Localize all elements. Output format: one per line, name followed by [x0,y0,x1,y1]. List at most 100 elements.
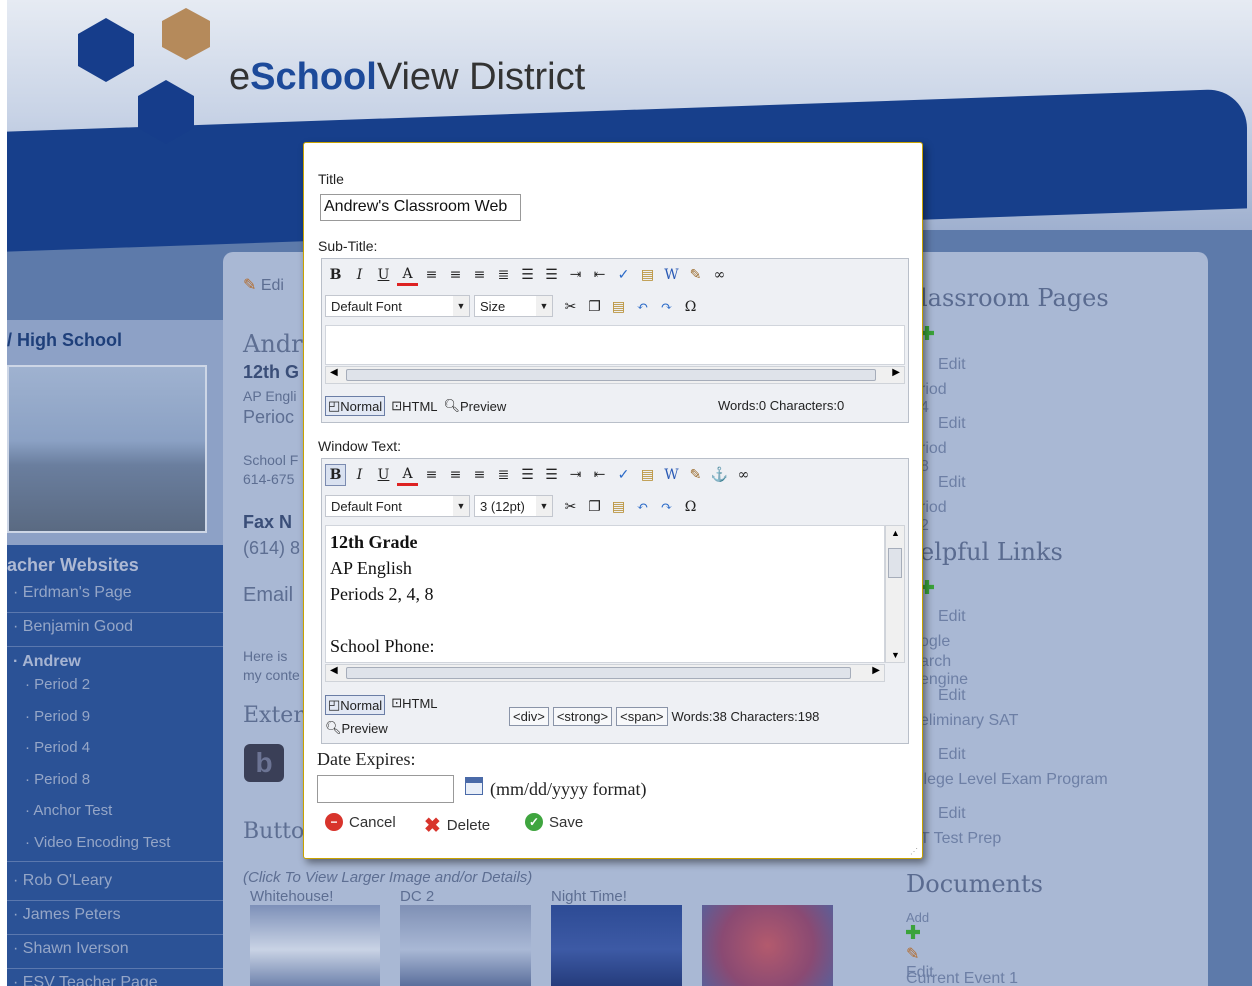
outdent-icon[interactable]: ⇤ [589,264,610,286]
nav-item-james[interactable]: · James Peters [7,903,223,935]
nav-sub-period-9[interactable]: · Period 9 [25,708,90,725]
nav-item-esv[interactable]: · ESV Teacher Page [7,971,223,986]
link-act-test-prep[interactable]: T Test Prep [920,830,1001,848]
date-expires-input[interactable] [317,775,454,803]
clean-format-icon[interactable]: ✎ [685,264,706,286]
document-current-event[interactable]: Current Event 1 [906,970,1018,986]
resize-grip-icon[interactable]: ⋰ [910,847,918,856]
edit-page-2[interactable]: Edit [938,415,966,433]
align-right-icon[interactable]: ≡ [469,264,490,286]
link-clep[interactable]: llege Level Exam Program [920,771,1108,789]
font-color-icon[interactable]: A [397,464,418,486]
edit-page-1[interactable]: Edit [938,356,966,374]
window-scroll-thumb[interactable] [346,667,851,679]
paste-word-icon[interactable]: W [661,264,682,286]
main-edit-link[interactable]: ✎ Edi [243,275,284,295]
page-link-8[interactable]: riod 8 [920,440,947,476]
window-mode-normal[interactable]: ◰ Normal [325,695,386,715]
nav-item-erdman[interactable]: · Erdman's Page [7,581,223,613]
gallery-image-flower[interactable] [702,905,833,986]
special-char-icon[interactable]: Ω [680,496,701,518]
link-icon[interactable]: ∞ [709,264,730,286]
nav-sub-video-test[interactable]: · Video Encoding Test [25,834,170,851]
font-select[interactable]: Default Font ▼ [325,495,470,517]
subtitle-edit-area[interactable] [325,325,905,365]
underline-button[interactable]: U [373,264,394,286]
spellcheck-icon[interactable]: ✓ [613,264,634,286]
copy-icon[interactable]: ❐ [584,496,605,518]
window-edit-area[interactable]: 12th Grade AP English Periods 2, 4, 8 Sc… [325,525,885,663]
special-char-icon[interactable]: Ω [680,296,701,318]
clean-format-icon[interactable]: ✎ [685,464,706,486]
underline-button[interactable]: U [373,464,394,486]
paste-icon[interactable]: ▤ [608,496,629,518]
edit-link-1[interactable]: Edit [938,608,966,626]
unordered-list-icon[interactable]: ☰ [541,464,562,486]
paste-icon[interactable]: ▤ [608,296,629,318]
subtitle-scroll-thumb[interactable] [346,369,876,381]
edit-link-4[interactable]: Edit [938,805,966,823]
unordered-list-icon[interactable]: ☰ [541,264,562,286]
window-vscrollbar[interactable]: ▲ ▼ [885,525,905,663]
align-right-icon[interactable]: ≡ [469,464,490,486]
edit-link-3[interactable]: Edit [938,746,966,764]
edit-page-3[interactable]: Edit [938,474,966,492]
window-mode-preview[interactable]: 🔍︎ Preview [325,720,388,736]
subtitle-mode-preview[interactable]: 🔍︎ Preview [444,398,507,414]
nav-sub-period-8[interactable]: · Period 8 [25,771,90,788]
paste-word-icon[interactable]: W [661,464,682,486]
page-link-4[interactable]: riod 4 [920,381,947,417]
align-center-icon[interactable]: ≡ [445,464,466,486]
calendar-icon[interactable] [465,777,483,795]
title-input[interactable]: Andrew's Classroom Web [320,194,521,221]
nav-sub-period-2[interactable]: · Period 2 [25,676,90,693]
ordered-list-icon[interactable]: ☰ [517,464,538,486]
page-link-2[interactable]: riod 2 [920,499,947,535]
tag-strong[interactable]: <strong> [552,707,613,726]
justify-icon[interactable]: ≣ [493,264,514,286]
nav-item-rob[interactable]: · Rob O'Leary [7,869,223,901]
blogger-icon[interactable]: b [244,744,284,782]
redo-icon[interactable]: ↷ [656,496,677,518]
bold-button[interactable]: B [325,264,346,286]
size-select[interactable]: 3 (12pt) ▼ [474,495,553,517]
window-mode-html[interactable]: ⊡ HTML [391,695,437,711]
indent-icon[interactable]: ⇥ [565,464,586,486]
add-document-button[interactable]: Add [906,910,929,942]
subtitle-mode-normal[interactable]: ◰ Normal [325,396,386,416]
nav-item-benjamin[interactable]: · Benjamin Good [7,615,223,647]
link-google[interactable]: ogle [920,633,950,651]
cut-icon[interactable]: ✂ [560,296,581,318]
align-left-icon[interactable]: ≡ [421,264,442,286]
window-vscroll-thumb[interactable] [888,548,902,578]
gallery-image-dc2[interactable] [400,905,531,986]
italic-button[interactable]: I [349,264,370,286]
link-preliminary-sat[interactable]: eliminary SAT [920,712,1018,730]
gallery-image-night[interactable] [551,905,682,986]
font-select[interactable]: Default Font ▼ [325,295,470,317]
tag-div[interactable]: <div> [509,707,549,726]
indent-icon[interactable]: ⇥ [565,264,586,286]
gallery-image-whitehouse[interactable] [250,905,380,986]
copy-icon[interactable]: ❐ [584,296,605,318]
ordered-list-icon[interactable]: ☰ [517,264,538,286]
nav-item-shawn[interactable]: · Shawn Iverson [7,937,223,969]
undo-icon[interactable]: ↶ [632,496,653,518]
subtitle-hscrollbar[interactable]: ◀ ▶ [325,366,905,384]
tag-span[interactable]: <span> [616,707,668,726]
spellcheck-icon[interactable]: ✓ [613,464,634,486]
redo-icon[interactable]: ↷ [656,296,677,318]
subtitle-mode-html[interactable]: ⊡ HTML [391,398,437,414]
outdent-icon[interactable]: ⇤ [589,464,610,486]
justify-icon[interactable]: ≣ [493,464,514,486]
font-color-icon[interactable]: A [397,264,418,286]
size-select[interactable]: Size ▼ [474,295,553,317]
edit-link-2[interactable]: Edit [938,687,966,705]
window-hscrollbar[interactable]: ◀ ▶ [325,664,885,682]
nav-sub-period-4[interactable]: · Period 4 [25,739,90,756]
cancel-button[interactable]: − Cancel [325,813,396,831]
paste-text-icon[interactable]: ▤ [637,464,658,486]
main-email[interactable]: Email [243,584,293,607]
paste-text-icon[interactable]: ▤ [637,264,658,286]
site-logo[interactable]: eSchoolView District [229,56,585,99]
